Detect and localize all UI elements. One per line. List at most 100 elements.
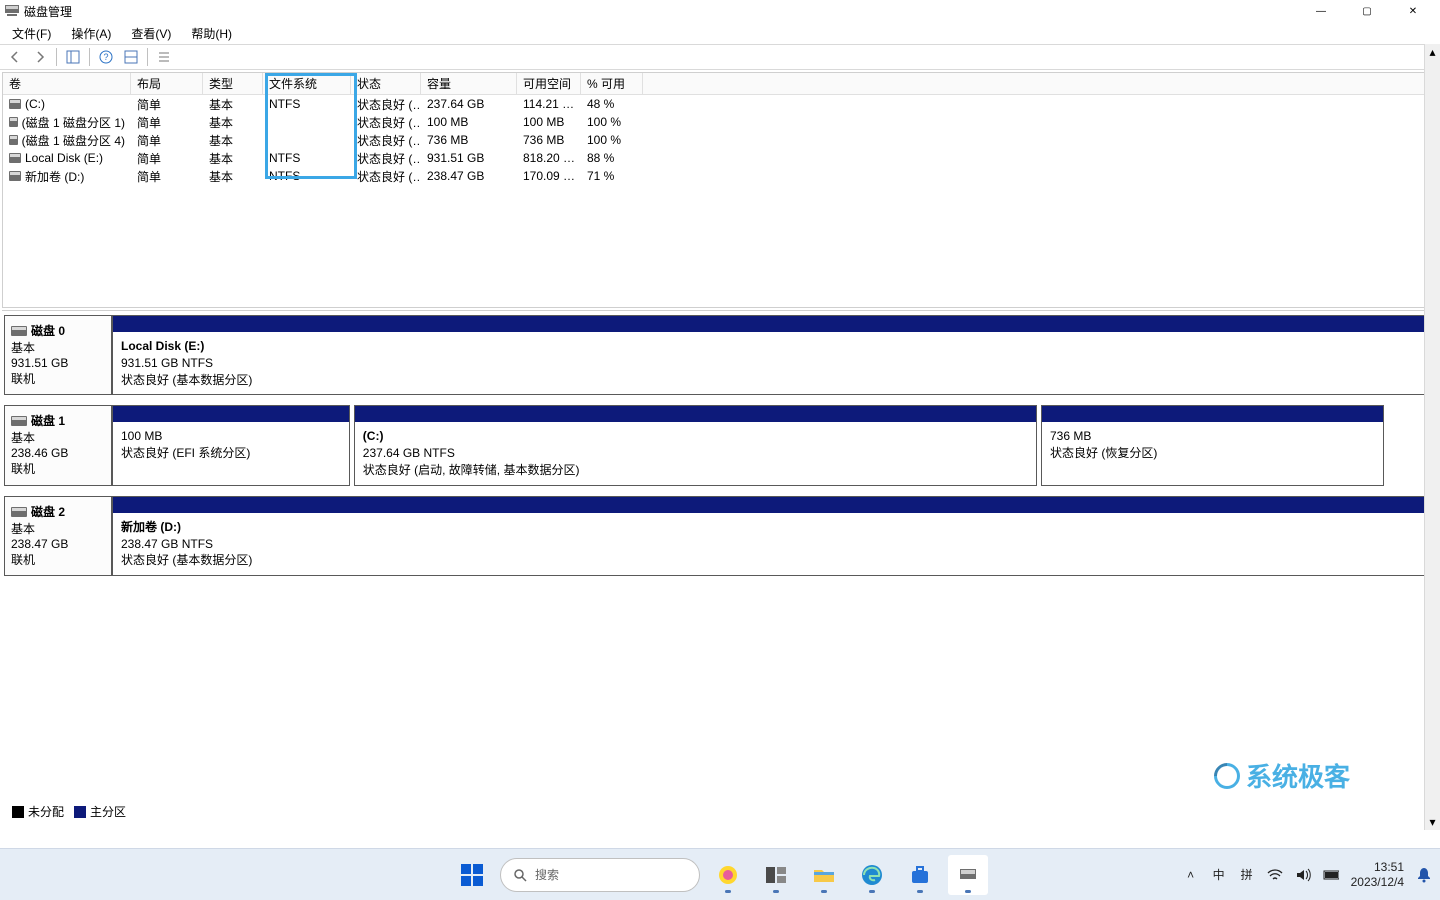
volume-percent: 48 %	[581, 97, 643, 111]
watermark: 系统极客	[1214, 757, 1350, 794]
taskbar-search[interactable]: 搜索	[500, 858, 700, 892]
col-header-free[interactable]: 可用空间	[517, 73, 581, 94]
col-header-status[interactable]: 状态	[351, 73, 421, 94]
window-minimize-button[interactable]: —	[1298, 0, 1344, 22]
tray-chevron-up-icon[interactable]: ˄	[1183, 867, 1199, 883]
disk-size: 931.51 GB	[11, 356, 105, 370]
col-header-volume[interactable]: 卷	[3, 73, 131, 94]
start-button[interactable]	[452, 855, 492, 895]
volume-free: 818.20 …	[517, 151, 581, 165]
tray-ime-mode[interactable]: 拼	[1239, 867, 1255, 883]
drive-icon	[9, 135, 18, 145]
volume-row[interactable]: (磁盘 1 磁盘分区 4) 简单 基本 状态良好 (… 736 MB 736 M…	[3, 131, 1437, 149]
tray-date: 2023/12/4	[1351, 875, 1404, 889]
volume-row[interactable]: (磁盘 1 磁盘分区 1) 简单 基本 状态良好 (… 100 MB 100 M…	[3, 113, 1437, 131]
toolbar-panel2-icon[interactable]	[120, 47, 142, 67]
partition-size: 736 MB	[1050, 428, 1375, 445]
volume-name: (C:)	[25, 97, 45, 111]
window-titlebar: 磁盘管理 — ▢ ✕	[0, 0, 1440, 22]
volume-type: 基本	[203, 114, 263, 131]
disk-row: 磁盘 2 基本 238.47 GB 联机 新加卷 (D:) 238.47 GB …	[4, 496, 1436, 576]
forward-icon[interactable]	[29, 47, 51, 67]
window-title: 磁盘管理	[24, 3, 72, 20]
wifi-icon[interactable]	[1267, 867, 1283, 883]
disk-header[interactable]: 磁盘 1 基本 238.46 GB 联机	[4, 405, 112, 485]
battery-icon[interactable]	[1323, 867, 1339, 883]
volume-percent: 100 %	[581, 133, 643, 147]
scrollbar-down-icon[interactable]: ▾	[1425, 814, 1440, 830]
volume-layout: 简单	[131, 114, 203, 131]
volume-status: 状态良好 (…	[351, 132, 421, 149]
volume-free: 170.09 …	[517, 169, 581, 183]
volume-row[interactable]: 新加卷 (D:) 简单 基本 NTFS 状态良好 (… 238.47 GB 17…	[3, 167, 1437, 185]
taskbar-app-store[interactable]	[900, 855, 940, 895]
volume-status: 状态良好 (…	[351, 168, 421, 185]
partition-box[interactable]: 736 MB 状态良好 (恢复分区)	[1041, 405, 1384, 485]
disk-size: 238.47 GB	[11, 537, 105, 551]
disk-state: 联机	[11, 551, 105, 568]
partition-box[interactable]: 新加卷 (D:) 238.47 GB NTFS 状态良好 (基本数据分区)	[112, 496, 1436, 576]
toolbar-help-icon[interactable]: ?	[95, 47, 117, 67]
volume-icon[interactable]	[1295, 867, 1311, 883]
taskbar-app-edge[interactable]	[852, 855, 892, 895]
taskbar-search-placeholder: 搜索	[535, 866, 559, 883]
col-header-capacity[interactable]: 容量	[421, 73, 517, 94]
volume-percent: 100 %	[581, 115, 643, 129]
partition-size: 931.51 GB NTFS	[121, 355, 1427, 372]
partition-box[interactable]: (C:) 237.64 GB NTFS 状态良好 (启动, 故障转储, 基本数据…	[354, 405, 1037, 485]
taskbar-app-explorer[interactable]	[804, 855, 844, 895]
taskbar-app-copilot[interactable]	[708, 855, 748, 895]
col-header-filesystem[interactable]: 文件系统	[263, 73, 351, 94]
window-close-button[interactable]: ✕	[1390, 0, 1436, 22]
partition-box[interactable]: Local Disk (E:) 931.51 GB NTFS 状态良好 (基本数…	[112, 315, 1436, 395]
volume-type: 基本	[203, 150, 263, 167]
col-header-percent[interactable]: % 可用	[581, 73, 643, 94]
disk-header[interactable]: 磁盘 2 基本 238.47 GB 联机	[4, 496, 112, 576]
partition-title: Local Disk (E:)	[121, 339, 204, 353]
disk-icon	[11, 416, 27, 426]
menu-view[interactable]: 查看(V)	[125, 23, 177, 44]
tray-ime-lang[interactable]: 中	[1211, 867, 1227, 883]
toolbar-list-icon[interactable]	[153, 47, 175, 67]
window-maximize-button[interactable]: ▢	[1344, 0, 1390, 22]
legend-bar: 未分配 主分区	[4, 802, 134, 820]
window-scrollbar[interactable]: ▴ ▾	[1424, 44, 1440, 830]
search-icon	[513, 868, 527, 882]
volume-capacity: 237.64 GB	[421, 97, 517, 111]
partition-title: (C:)	[363, 429, 384, 443]
toolbar-panel1-icon[interactable]	[62, 47, 84, 67]
volume-name: 新加卷 (D:)	[25, 168, 84, 185]
taskbar-app-diskmgmt[interactable]	[948, 855, 988, 895]
volume-row[interactable]: (C:) 简单 基本 NTFS 状态良好 (… 237.64 GB 114.21…	[3, 95, 1437, 113]
tray-clock[interactable]: 13:51 2023/12/4	[1351, 860, 1404, 889]
partition-band	[355, 406, 1036, 422]
taskbar: 搜索 ˄ 中 拼 13:51 2023/12/4	[0, 848, 1440, 900]
disk-type: 基本	[11, 429, 105, 446]
volume-filesystem: NTFS	[263, 151, 351, 165]
volume-type: 基本	[203, 132, 263, 149]
drive-icon	[9, 153, 21, 163]
disk-header[interactable]: 磁盘 0 基本 931.51 GB 联机	[4, 315, 112, 395]
volume-percent: 71 %	[581, 169, 643, 183]
svg-text:?: ?	[103, 52, 108, 62]
volume-status: 状态良好 (…	[351, 114, 421, 131]
partition-box[interactable]: 100 MB 状态良好 (EFI 系统分区)	[112, 405, 350, 485]
volume-capacity: 238.47 GB	[421, 169, 517, 183]
partition-size: 238.47 GB NTFS	[121, 536, 1427, 553]
notifications-icon[interactable]	[1416, 867, 1432, 883]
volume-name: (磁盘 1 磁盘分区 4)	[22, 132, 125, 149]
col-header-layout[interactable]: 布局	[131, 73, 203, 94]
menu-file[interactable]: 文件(F)	[6, 23, 57, 44]
menu-action[interactable]: 操作(A)	[65, 23, 117, 44]
watermark-text: 系统极客	[1246, 757, 1350, 794]
partition-band	[113, 406, 349, 422]
disk-row: 磁盘 1 基本 238.46 GB 联机 100 MB 状态良好 (EFI 系统…	[4, 405, 1436, 485]
back-icon[interactable]	[4, 47, 26, 67]
disk-state: 联机	[11, 370, 105, 387]
volume-row[interactable]: Local Disk (E:) 简单 基本 NTFS 状态良好 (… 931.5…	[3, 149, 1437, 167]
taskbar-app-taskview[interactable]	[756, 855, 796, 895]
menu-help[interactable]: 帮助(H)	[185, 23, 238, 44]
volume-list: 卷 布局 类型 文件系统 状态 容量 可用空间 % 可用 (C:) 简单 基本 …	[2, 72, 1438, 308]
scrollbar-up-icon[interactable]: ▴	[1425, 44, 1440, 60]
col-header-type[interactable]: 类型	[203, 73, 263, 94]
